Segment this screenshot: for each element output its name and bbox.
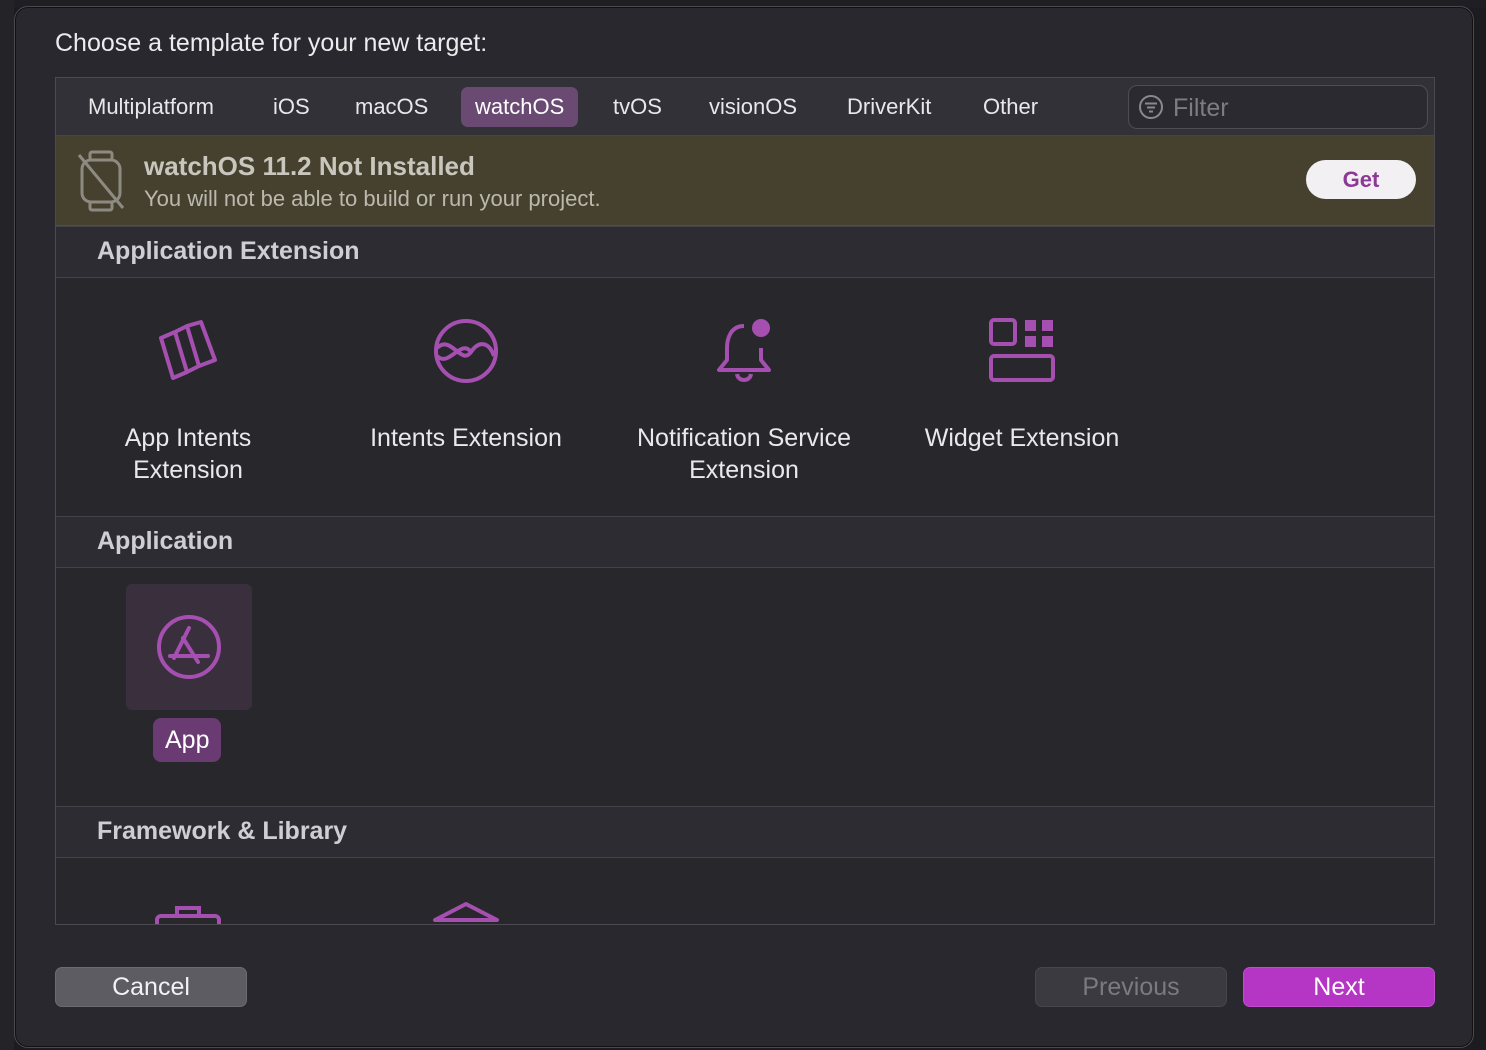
- section-title: Application Extension: [97, 237, 360, 265]
- template-app-intents-extension[interactable]: App Intents Extension: [78, 316, 298, 486]
- app-store-icon: [157, 615, 221, 679]
- tile-label: Intents Extension: [370, 424, 562, 452]
- tile-label: App Intents Extension: [124, 424, 252, 484]
- template-notification-service-extension[interactable]: Notification Service Extension: [634, 316, 854, 486]
- get-button[interactable]: Get: [1306, 160, 1416, 199]
- template-library[interactable]: [356, 896, 576, 924]
- template-app[interactable]: [126, 584, 252, 710]
- section-header-framework-library: Framework & Library: [56, 806, 1434, 858]
- previous-button[interactable]: Previous: [1035, 967, 1227, 1007]
- library-icon: [433, 902, 499, 922]
- tile-label: Notification Service Extension: [637, 424, 851, 484]
- app-intents-icon: [159, 320, 217, 380]
- tab-watchos[interactable]: watchOS: [461, 87, 579, 127]
- banner-subtitle: You will not be able to build or run you…: [144, 186, 601, 211]
- new-target-sheet: Choose a template for your new target: M…: [14, 6, 1474, 1048]
- tab-macos[interactable]: macOS: [341, 87, 442, 127]
- template-framework[interactable]: [78, 896, 298, 924]
- template-widget-extension[interactable]: Widget Extension: [912, 316, 1132, 454]
- template-intents-extension[interactable]: Intents Extension: [356, 316, 576, 454]
- template-panel: Multiplatform iOS macOS watchOS tvOS vis…: [55, 77, 1435, 925]
- filter-icon: [1139, 95, 1163, 119]
- tab-multiplatform[interactable]: Multiplatform: [74, 87, 228, 127]
- section-title: Application: [97, 527, 234, 555]
- tab-other[interactable]: Other: [969, 87, 1052, 127]
- toolbox-icon: [155, 906, 221, 924]
- tab-ios[interactable]: iOS: [259, 87, 324, 127]
- section-header-application: Application: [56, 516, 1434, 568]
- cancel-button[interactable]: Cancel: [55, 967, 247, 1007]
- platform-tabbar: Multiplatform iOS macOS watchOS tvOS vis…: [56, 78, 1434, 136]
- editor-background-gutter: [0, 0, 14, 1050]
- bell-icon: [717, 319, 771, 382]
- filter-input[interactable]: [1171, 86, 1415, 130]
- watch-slash-icon: [77, 150, 125, 212]
- section-header-application-extension: Application Extension: [56, 226, 1434, 278]
- section-title: Framework & Library: [97, 817, 348, 845]
- sdk-not-installed-banner: watchOS 11.2 Not Installed You will not …: [56, 136, 1434, 226]
- tile-label: Widget Extension: [924, 424, 1120, 452]
- next-button[interactable]: Next: [1243, 967, 1435, 1007]
- dialog-title: Choose a template for your new target:: [55, 29, 488, 57]
- tab-tvos[interactable]: tvOS: [599, 87, 676, 127]
- template-app-label[interactable]: App: [153, 718, 222, 762]
- widget-icon: [989, 318, 1055, 382]
- tab-visionos[interactable]: visionOS: [695, 87, 811, 127]
- intents-icon: [434, 319, 498, 383]
- tab-driverkit[interactable]: DriverKit: [833, 87, 945, 127]
- banner-title: watchOS 11.2 Not Installed: [144, 151, 475, 181]
- filter-field[interactable]: [1128, 85, 1428, 130]
